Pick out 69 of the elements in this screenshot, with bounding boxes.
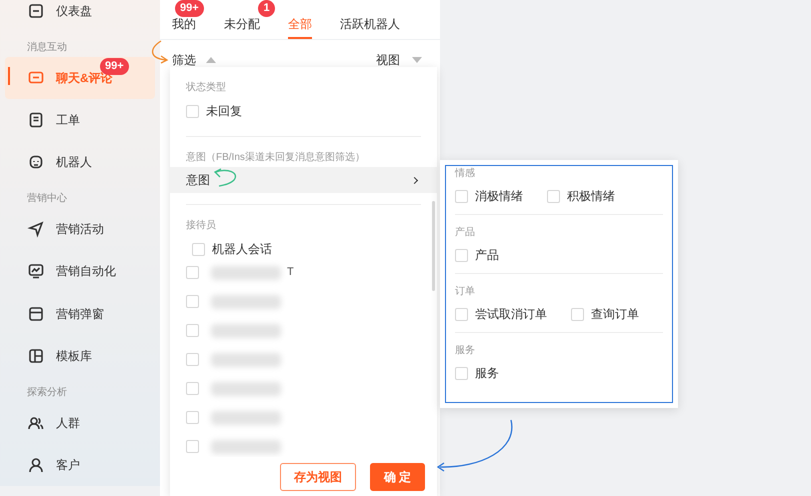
- nav-item[interactable]: 模板库: [5, 334, 155, 377]
- redacted-name: [211, 324, 281, 338]
- checkbox[interactable]: [571, 308, 584, 320]
- option-label: 尝试取消订单: [475, 306, 547, 323]
- nav-icon: [27, 346, 45, 365]
- option-label: 产品: [475, 247, 499, 264]
- nav-icon: [27, 153, 45, 172]
- checkbox[interactable]: [455, 190, 468, 202]
- redacted-name: [211, 266, 281, 280]
- nav-icon: [27, 111, 45, 130]
- scrollbar[interactable]: [432, 201, 435, 291]
- section-label: 情感: [455, 166, 476, 181]
- section-label: 服务: [455, 344, 476, 358]
- option-label: 机器人会话: [212, 241, 272, 258]
- nav-item[interactable]: 机器人: [5, 141, 155, 184]
- option-label: 查询订单: [591, 306, 639, 323]
- redacted-name: [211, 352, 281, 366]
- intent-row[interactable]: 意图: [170, 167, 437, 193]
- tab[interactable]: 未分配: [224, 15, 260, 39]
- checkbox[interactable]: [455, 308, 468, 320]
- section-label: 消息互动: [26, 40, 68, 56]
- annotation-arrow: [152, 40, 168, 64]
- nav-icon: [27, 304, 45, 323]
- checkbox[interactable]: [455, 248, 468, 262]
- nav-item[interactable]: 工单: [5, 99, 155, 142]
- section-label: 订单: [455, 284, 476, 299]
- checkbox[interactable]: [186, 295, 199, 308]
- checkbox[interactable]: [186, 382, 199, 395]
- redacted-name: [211, 382, 281, 396]
- section-label: 接待员: [186, 218, 217, 233]
- redacted-name: [211, 294, 281, 308]
- checkbox[interactable]: [186, 104, 199, 118]
- nav-icon: [27, 456, 45, 474]
- option-label: 服务: [475, 365, 499, 382]
- checkbox[interactable]: [186, 411, 199, 424]
- count-badge: 99+: [175, 0, 204, 17]
- name-fragment: T: [287, 265, 294, 280]
- nav-item[interactable]: 仪表盘: [5, 0, 155, 32]
- section-label: 营销中心: [26, 192, 68, 206]
- checkbox[interactable]: [186, 353, 199, 366]
- annotation-arrow: [214, 168, 236, 187]
- option-label: 未回复: [206, 103, 242, 120]
- checkbox[interactable]: [186, 324, 199, 337]
- option-label: 消极情绪: [475, 188, 523, 205]
- nav-item[interactable]: 人群: [5, 402, 155, 444]
- count-badge: 1: [258, 0, 275, 17]
- checkbox[interactable]: [186, 266, 199, 279]
- section-label: 意图（FB/Ins渠道未回复消息意图筛选）: [186, 150, 366, 165]
- redacted-name: [211, 440, 281, 454]
- filter-label[interactable]: 筛选: [172, 51, 196, 69]
- option-label: 积极情绪: [567, 188, 615, 205]
- checkbox[interactable]: [192, 242, 205, 256]
- section-label: 探索分析: [26, 386, 68, 400]
- nav-icon: [27, 262, 45, 280]
- tab[interactable]: 活跃机器人: [340, 15, 400, 39]
- nav-item[interactable]: 营销活动: [5, 208, 155, 250]
- checkbox[interactable]: [186, 440, 199, 453]
- redacted-name: [211, 410, 281, 424]
- nav-item[interactable]: 营销弹窗: [5, 292, 155, 335]
- nav-item[interactable]: 营销自动化: [5, 250, 155, 293]
- section-label: 产品: [455, 226, 476, 240]
- nav-icon: [27, 2, 45, 20]
- checkbox[interactable]: [455, 366, 468, 380]
- nav-item[interactable]: 客户: [5, 444, 155, 486]
- nav-icon: [27, 220, 45, 238]
- tab[interactable]: 我的: [172, 15, 196, 39]
- view-label[interactable]: 视图: [376, 51, 400, 69]
- checkbox[interactable]: [547, 190, 560, 202]
- section-label: 状态类型: [186, 80, 227, 95]
